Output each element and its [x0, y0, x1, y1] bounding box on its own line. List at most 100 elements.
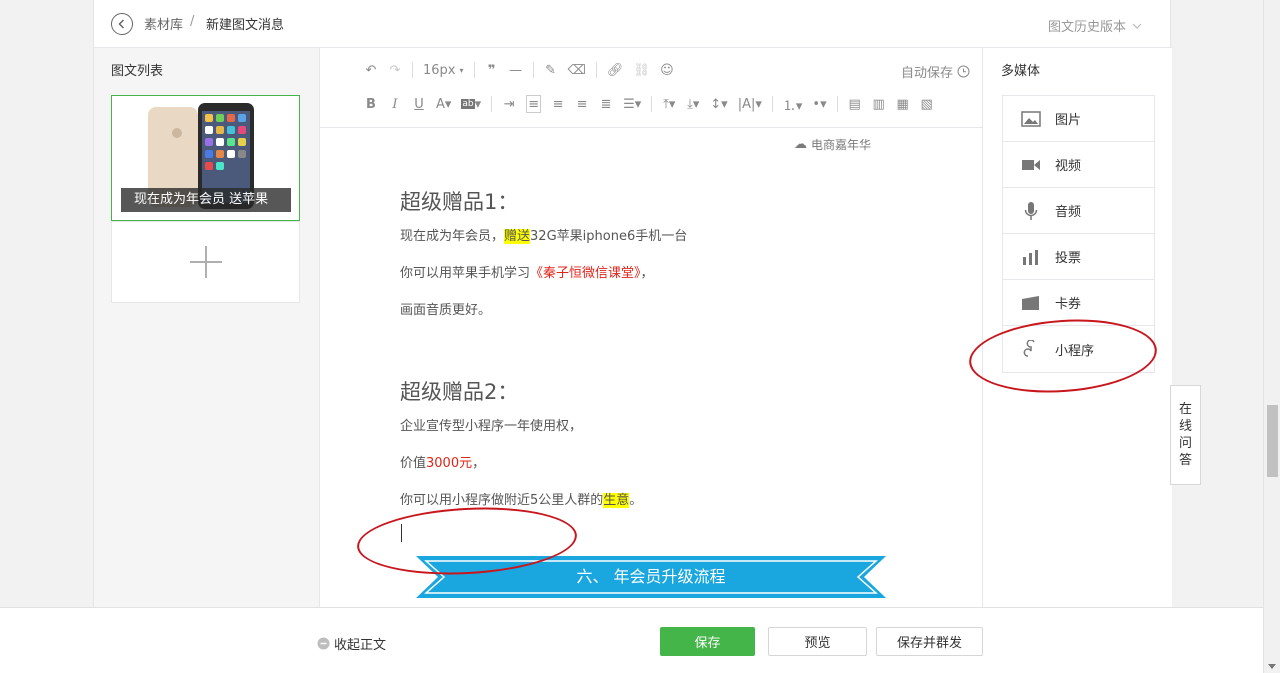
paragraph-spacing-after-icon[interactable]: ⤓▾: [686, 95, 700, 113]
red-text: 3000元: [426, 456, 473, 471]
chevron-down-icon: ▾: [459, 65, 464, 75]
link-icon[interactable]: 🔗︎: [607, 61, 624, 79]
page: 素材库 / 新建图文消息 图文历史版本 图文列表 现在成为年会员 送苹果 ↶ ↷…: [0, 0, 1280, 673]
image-left-icon[interactable]: ▤: [848, 95, 862, 113]
help-char: 问: [1178, 436, 1192, 451]
text-segment: ，: [640, 266, 654, 281]
clear-format-icon[interactable]: ⌫: [568, 61, 586, 79]
online-qa-tab[interactable]: 在 线 问 答: [1170, 385, 1201, 485]
letter-spacing-icon[interactable]: |A|▾: [738, 95, 762, 113]
watermark-text: 电商嘉年华: [811, 138, 872, 152]
gift1-line3: 画面音质更好。: [400, 303, 492, 318]
gift1-heading: 超级赠品1：: [400, 190, 519, 214]
image-none-icon[interactable]: ▧: [920, 95, 934, 113]
bottom-action-bar: 收起正文 保存 预览 保存并群发: [0, 607, 1263, 673]
breadcrumb-separator: /: [190, 14, 195, 29]
audio-icon: [1021, 201, 1041, 221]
highlight-text: 赠送: [504, 229, 531, 244]
underline-icon[interactable]: U: [412, 95, 426, 113]
align-left-icon[interactable]: ≡: [526, 95, 542, 113]
background-color-icon[interactable]: ab ▾: [461, 95, 481, 113]
text-segment: 你可以用小程序做附近5公里人群的: [400, 493, 604, 508]
float-icon[interactable]: ☰▾: [623, 95, 641, 113]
collapse-body-button[interactable]: 收起正文: [317, 634, 386, 653]
chevron-down-icon: [1132, 23, 1142, 29]
gift2-line1: 企业宣传型小程序一年使用权，: [400, 419, 583, 434]
main-container: 素材库 / 新建图文消息 图文历史版本 图文列表 现在成为年会员 送苹果 ↶ ↷…: [93, 0, 1172, 607]
undo-icon[interactable]: ↶: [364, 61, 378, 79]
wechat-icon: ☁: [794, 137, 807, 152]
save-button[interactable]: 保存: [660, 627, 755, 656]
help-char: 在: [1178, 402, 1192, 417]
editor-toolbar: ↶ ↷ 16px ▾ ❞ — ✎ ⌫ 🔗︎ ⛓ ☺ 自动保存 B I U A▾ …: [320, 48, 982, 128]
help-char: 线: [1178, 419, 1192, 434]
video-icon: [1021, 155, 1041, 175]
unlink-icon[interactable]: ⛓: [633, 61, 650, 79]
breadcrumb-current: 新建图文消息: [206, 18, 285, 33]
vote-icon: [1021, 247, 1041, 267]
media-item-label: 卡券: [1055, 297, 1082, 312]
media-item-label: 图片: [1055, 113, 1082, 128]
multimedia-title: 多媒体: [1001, 64, 1041, 79]
save-and-send-button[interactable]: 保存并群发: [876, 627, 983, 656]
breadcrumb-library[interactable]: 素材库: [144, 14, 183, 33]
format-painter-icon[interactable]: ✎: [544, 61, 558, 79]
text-segment: 32G苹果iphone6手机一台: [530, 229, 688, 244]
align-right-icon[interactable]: ≡: [575, 95, 589, 113]
unordered-list-icon[interactable]: •▾: [812, 95, 826, 113]
watermark: ☁ 电商嘉年华: [794, 136, 871, 153]
toolbar-divider: [491, 96, 493, 112]
help-char: 答: [1178, 453, 1192, 468]
media-item-vote[interactable]: 投票: [1003, 234, 1154, 280]
gift2-line3: 你可以用小程序做附近5公里人群的生意。: [400, 489, 642, 508]
page-scrollbar[interactable]: [1263, 0, 1280, 673]
gift1-line1: 现在成为年会员，赠送32G苹果iphone6手机一台: [400, 225, 687, 244]
red-text: 《秦子恒微信课堂》: [530, 266, 641, 281]
text-segment: 你可以用苹果手机学习: [400, 266, 531, 281]
history-version-dropdown[interactable]: 图文历史版本: [1048, 16, 1142, 35]
toolbar-divider: [836, 96, 838, 112]
toolbar-divider: [651, 96, 653, 112]
bold-icon[interactable]: B: [364, 95, 378, 113]
media-item-image[interactable]: 图片: [1003, 96, 1154, 142]
image-center-icon[interactable]: ▥: [872, 95, 886, 113]
indent-icon[interactable]: ⇥: [502, 95, 516, 113]
align-center-icon[interactable]: ≡: [551, 95, 565, 113]
horizontal-rule-icon[interactable]: —: [509, 61, 523, 79]
back-button[interactable]: [111, 13, 133, 35]
history-version-label: 图文历史版本: [1047, 20, 1126, 35]
image-right-icon[interactable]: ▦: [896, 95, 910, 113]
collapse-body-label: 收起正文: [334, 638, 387, 653]
paragraph-spacing-before-icon[interactable]: ⤒▾: [662, 95, 676, 113]
image-icon: [1021, 109, 1041, 129]
toolbar-divider: [595, 62, 597, 78]
line-height-icon[interactable]: ↕▾: [710, 95, 727, 113]
collapse-icon: [317, 637, 330, 650]
plus-icon: [189, 246, 222, 278]
redo-icon[interactable]: ↷: [388, 61, 402, 79]
card-coupon-icon: [1021, 293, 1041, 313]
scrollbar-thumb[interactable]: [1267, 405, 1278, 477]
preview-button[interactable]: 预览: [768, 627, 867, 656]
add-article-button[interactable]: [111, 221, 300, 303]
toolbar-divider: [771, 96, 773, 112]
top-bar: 素材库 / 新建图文消息 图文历史版本: [94, 0, 1172, 48]
ordered-list-icon[interactable]: ⒈▾: [783, 95, 803, 114]
emoji-icon[interactable]: ☺: [660, 61, 674, 79]
autosave-label: 自动保存: [900, 66, 953, 81]
toolbar-row-2: B I U A▾ ab ▾ ⇥ ≡ ≡ ≡ ≣ ☰▾ ⤒▾ ⤓▾ ↕▾ |A|▾…: [364, 95, 934, 114]
media-item-audio[interactable]: 音频: [1003, 188, 1154, 234]
font-color-icon[interactable]: A▾: [436, 95, 451, 113]
scroll-down-arrow-icon[interactable]: [1268, 664, 1276, 669]
italic-icon[interactable]: I: [388, 95, 402, 113]
text-segment: 。: [629, 493, 643, 508]
autosave-toggle[interactable]: 自动保存: [901, 62, 970, 81]
toolbar-row-1: ↶ ↷ 16px ▾ ❞ — ✎ ⌫ 🔗︎ ⛓ ☺: [364, 61, 674, 79]
font-size-select[interactable]: 16px ▾: [423, 61, 464, 79]
text-segment: 现在成为年会员，: [400, 229, 505, 244]
align-justify-icon[interactable]: ≣: [599, 95, 613, 113]
blockquote-icon[interactable]: ❞: [485, 61, 499, 79]
article-card[interactable]: 现在成为年会员 送苹果: [111, 95, 300, 221]
media-item-video[interactable]: 视频: [1003, 142, 1154, 188]
gift2-line2: 价值3000元，: [400, 452, 485, 471]
